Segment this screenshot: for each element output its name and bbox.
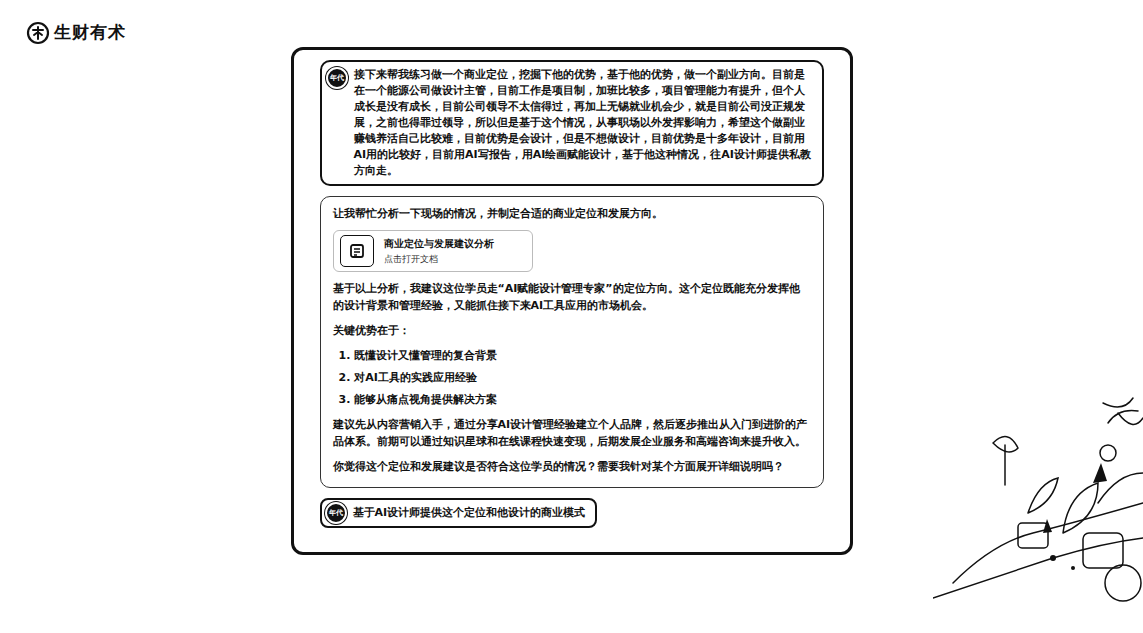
document-icon-box [340, 235, 374, 267]
advantage-list: 1. 既懂设计又懂管理的复合背景 2. 对AI工具的实践应用经验 3. 能够从痛点视… [333, 347, 811, 408]
document-card[interactable]: 商业定位与发展建议分析点击打开文档 [333, 230, 533, 272]
logo-icon [26, 21, 50, 45]
content-area: 年代接下来帮我练习做一个商业定位，挖掘下他的优势，基于他的优势，做一个副业方向。… [0, 47, 1143, 555]
reply-paragraph: 让我帮忙分析一下现场的情况，并制定合适的商业定位和发展方向。 [333, 205, 811, 222]
chat-card: 年代接下来帮我练习做一个商业定位，挖掘下他的优势，基于他的优势，做一个副业方向。… [291, 47, 853, 555]
user-avatar: 年代 [325, 502, 347, 524]
reply-paragraph: 建议先从内容营销入手，通过分享AI设计管理经验建立个人品牌，然后逐步推出从入门到… [333, 416, 811, 450]
follow-up-message: 年代基于AI设计师提供这个定位和他设计的商业模式 [320, 498, 598, 528]
document-texts: 商业定位与发展建议分析点击打开文档 [384, 237, 494, 266]
document-action[interactable]: 点击打开文档 [384, 253, 494, 266]
plant-illustration-icon [933, 383, 1143, 613]
reply-paragraph: 你觉得这个定位和发展建议是否符合这位学员的情况？需要我针对某个方面展开详细说明吗… [333, 458, 811, 475]
advantage-item: 2. 对AI工具的实践应用经验 [339, 369, 811, 386]
reply-paragraph: 关键优势在于： [333, 322, 811, 339]
user-message-text: 接下来帮我练习做一个商业定位，挖掘下他的优势，基于他的优势，做一个副业方向。目前… [354, 67, 814, 179]
top-bar: 生财有术 [0, 0, 1143, 47]
follow-up-text: 基于AI设计师提供这个定位和他设计的商业模式 [353, 502, 586, 524]
logo-text: 生财有术 [54, 21, 126, 44]
reply-paragraph: 基于以上分析，我建议这位学员走“AI赋能设计管理专家”的定位方向。这个定位既能充… [333, 280, 811, 314]
page: 生财有术年代接下来帮我练习做一个商业定位，挖掘下他的优势，基于他的优势，做一个副… [0, 0, 1143, 633]
user-avatar: 年代 [326, 67, 348, 89]
assistant-reply: 让我帮忙分析一下现场的情况，并制定合适的商业定位和发展方向。商业定位与发展建议分… [320, 196, 824, 488]
user-message: 年代接下来帮我练习做一个商业定位，挖掘下他的优势，基于他的优势，做一个副业方向。… [320, 60, 824, 186]
advantage-item: 1. 既懂设计又懂管理的复合背景 [339, 347, 811, 364]
document-icon [349, 243, 365, 259]
advantage-item: 3. 能够从痛点视角提供解决方案 [339, 391, 811, 408]
document-title: 商业定位与发展建议分析 [384, 237, 494, 251]
